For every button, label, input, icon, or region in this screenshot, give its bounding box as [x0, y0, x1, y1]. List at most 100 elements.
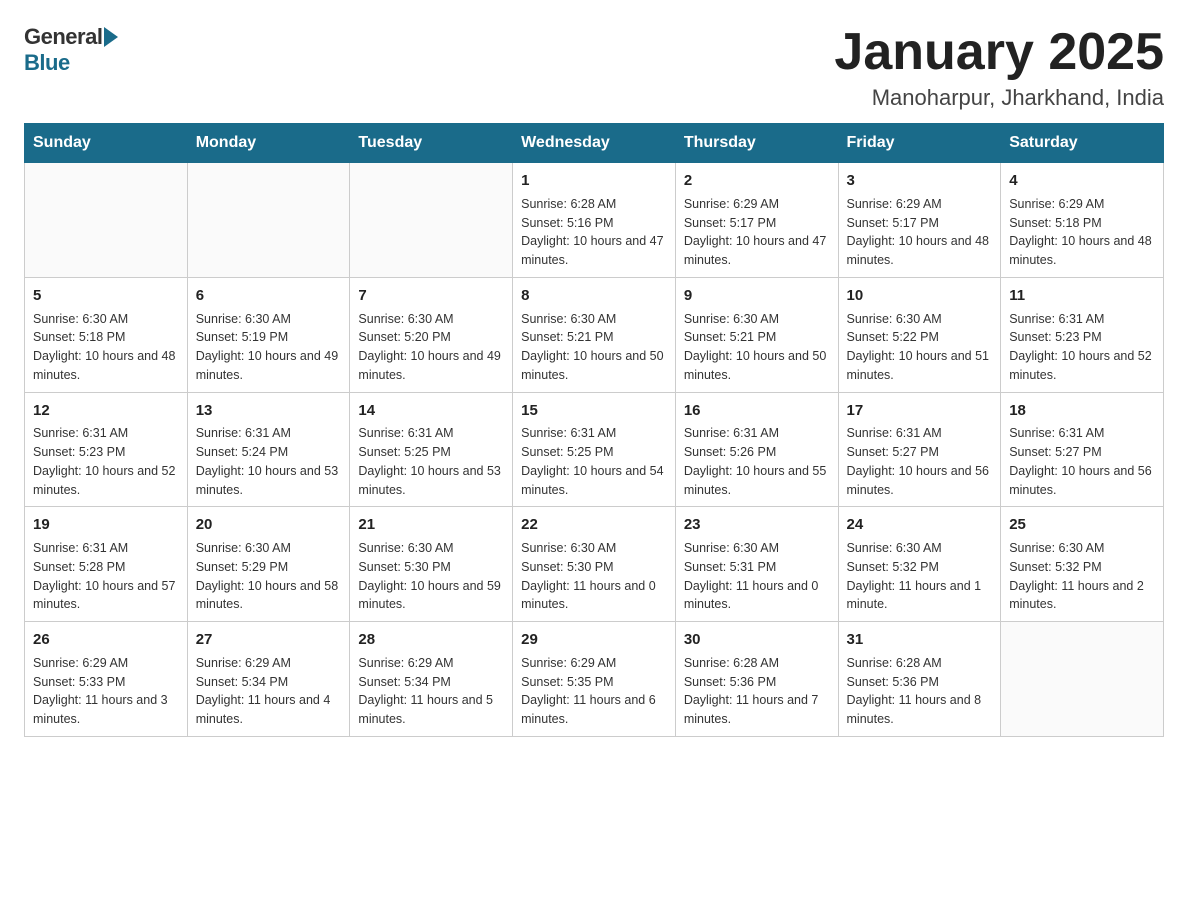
calendar-cell: [187, 163, 350, 278]
day-info: Sunrise: 6:29 AMSunset: 5:33 PMDaylight:…: [33, 654, 179, 729]
calendar-week-row: 26 Sunrise: 6:29 AMSunset: 5:33 PMDayligh…: [25, 622, 1164, 737]
calendar-cell: 11 Sunrise: 6:31 AMSunset: 5:23 PMDayligh…: [1001, 277, 1164, 392]
day-info: Sunrise: 6:31 AMSunset: 5:25 PMDaylight:…: [358, 424, 504, 499]
day-info: Sunrise: 6:29 AMSunset: 5:34 PMDaylight:…: [196, 654, 342, 729]
day-number: 6: [196, 285, 342, 307]
calendar-cell: 2 Sunrise: 6:29 AMSunset: 5:17 PMDaylight…: [675, 163, 838, 278]
calendar-cell: 9 Sunrise: 6:30 AMSunset: 5:21 PMDaylight…: [675, 277, 838, 392]
col-header-thursday: Thursday: [675, 124, 838, 163]
day-number: 5: [33, 285, 179, 307]
calendar-cell: [25, 163, 188, 278]
calendar-cell: 20Sunrise: 6:30 AMSunset: 5:29 PMDayligh…: [187, 507, 350, 622]
calendar-cell: 8Sunrise: 6:30 AMSunset: 5:21 PMDaylight…: [513, 277, 676, 392]
col-header-friday: Friday: [838, 124, 1001, 163]
day-number: 15: [521, 400, 667, 422]
calendar-cell: 26 Sunrise: 6:29 AMSunset: 5:33 PMDayligh…: [25, 622, 188, 737]
day-info: Sunrise: 6:30 AMSunset: 5:30 PMDaylight:…: [358, 539, 504, 614]
day-number: 12: [33, 400, 179, 422]
calendar-cell: 18Sunrise: 6:31 AMSunset: 5:27 PMDayligh…: [1001, 392, 1164, 507]
day-number: 20: [196, 514, 342, 536]
day-info: Sunrise: 6:31 AMSunset: 5:27 PMDaylight:…: [847, 424, 993, 499]
calendar-cell: 25 Sunrise: 6:30 AMSunset: 5:32 PMDayligh…: [1001, 507, 1164, 622]
day-number: 22: [521, 514, 667, 536]
day-number: 11: [1009, 285, 1155, 307]
day-info: Sunrise: 6:29 AMSunset: 5:17 PMDaylight:…: [684, 195, 830, 270]
day-number: 17: [847, 400, 993, 422]
col-header-tuesday: Tuesday: [350, 124, 513, 163]
logo-general-text: General: [24, 24, 102, 50]
calendar-cell: 24 Sunrise: 6:30 AMSunset: 5:32 PMDayligh…: [838, 507, 1001, 622]
day-info: Sunrise: 6:30 AMSunset: 5:32 PMDaylight:…: [847, 539, 993, 614]
calendar-cell: [350, 163, 513, 278]
logo-blue-line: Blue: [24, 50, 120, 76]
day-number: 18: [1009, 400, 1155, 422]
calendar-week-row: 19Sunrise: 6:31 AMSunset: 5:28 PMDayligh…: [25, 507, 1164, 622]
day-info: Sunrise: 6:30 AMSunset: 5:20 PMDaylight:…: [358, 310, 504, 385]
day-number: 4: [1009, 170, 1155, 192]
calendar-cell: 6 Sunrise: 6:30 AMSunset: 5:19 PMDaylight…: [187, 277, 350, 392]
day-info: Sunrise: 6:30 AMSunset: 5:19 PMDaylight:…: [196, 310, 342, 385]
day-number: 14: [358, 400, 504, 422]
logo-block: General Blue: [24, 24, 120, 76]
logo-line1: General: [24, 24, 120, 50]
calendar-cell: 14Sunrise: 6:31 AMSunset: 5:25 PMDayligh…: [350, 392, 513, 507]
calendar-table: SundayMondayTuesdayWednesdayThursdayFrid…: [24, 123, 1164, 737]
page-header: General Blue January 2025 Manoharpur, Jh…: [24, 24, 1164, 111]
day-info: Sunrise: 6:30 AMSunset: 5:21 PMDaylight:…: [684, 310, 830, 385]
logo-blue-text: Blue: [24, 50, 70, 75]
logo: General Blue: [24, 24, 120, 76]
day-number: 2: [684, 170, 830, 192]
calendar-cell: 23 Sunrise: 6:30 AMSunset: 5:31 PMDayligh…: [675, 507, 838, 622]
day-number: 27: [196, 629, 342, 651]
day-number: 10: [847, 285, 993, 307]
day-info: Sunrise: 6:30 AMSunset: 5:32 PMDaylight:…: [1009, 539, 1155, 614]
calendar-cell: 27 Sunrise: 6:29 AMSunset: 5:34 PMDayligh…: [187, 622, 350, 737]
day-info: Sunrise: 6:31 AMSunset: 5:23 PMDaylight:…: [33, 424, 179, 499]
day-number: 9: [684, 285, 830, 307]
calendar-cell: 19Sunrise: 6:31 AMSunset: 5:28 PMDayligh…: [25, 507, 188, 622]
day-number: 28: [358, 629, 504, 651]
logo-arrow-icon: [104, 27, 118, 47]
calendar-week-row: 5 Sunrise: 6:30 AMSunset: 5:18 PMDaylight…: [25, 277, 1164, 392]
day-number: 3: [847, 170, 993, 192]
calendar-cell: 16Sunrise: 6:31 AMSunset: 5:26 PMDayligh…: [675, 392, 838, 507]
day-info: Sunrise: 6:30 AMSunset: 5:31 PMDaylight:…: [684, 539, 830, 614]
day-info: Sunrise: 6:30 AMSunset: 5:22 PMDaylight:…: [847, 310, 993, 385]
title-block: January 2025 Manoharpur, Jharkhand, Indi…: [834, 24, 1164, 111]
day-info: Sunrise: 6:29 AMSunset: 5:18 PMDaylight:…: [1009, 195, 1155, 270]
day-number: 13: [196, 400, 342, 422]
calendar-cell: 12Sunrise: 6:31 AMSunset: 5:23 PMDayligh…: [25, 392, 188, 507]
day-info: Sunrise: 6:31 AMSunset: 5:24 PMDaylight:…: [196, 424, 342, 499]
calendar-cell: 17Sunrise: 6:31 AMSunset: 5:27 PMDayligh…: [838, 392, 1001, 507]
day-info: Sunrise: 6:28 AMSunset: 5:36 PMDaylight:…: [847, 654, 993, 729]
day-info: Sunrise: 6:31 AMSunset: 5:25 PMDaylight:…: [521, 424, 667, 499]
day-number: 26: [33, 629, 179, 651]
col-header-wednesday: Wednesday: [513, 124, 676, 163]
day-number: 31: [847, 629, 993, 651]
day-number: 8: [521, 285, 667, 307]
calendar-title: January 2025: [834, 24, 1164, 81]
calendar-cell: 28Sunrise: 6:29 AMSunset: 5:34 PMDayligh…: [350, 622, 513, 737]
calendar-week-row: 1Sunrise: 6:28 AMSunset: 5:16 PMDaylight…: [25, 163, 1164, 278]
day-info: Sunrise: 6:30 AMSunset: 5:30 PMDaylight:…: [521, 539, 667, 614]
calendar-week-row: 12Sunrise: 6:31 AMSunset: 5:23 PMDayligh…: [25, 392, 1164, 507]
day-number: 16: [684, 400, 830, 422]
calendar-cell: 21 Sunrise: 6:30 AMSunset: 5:30 PMDayligh…: [350, 507, 513, 622]
day-info: Sunrise: 6:31 AMSunset: 5:26 PMDaylight:…: [684, 424, 830, 499]
calendar-cell: 29Sunrise: 6:29 AMSunset: 5:35 PMDayligh…: [513, 622, 676, 737]
day-number: 23: [684, 514, 830, 536]
day-number: 25: [1009, 514, 1155, 536]
day-info: Sunrise: 6:30 AMSunset: 5:18 PMDaylight:…: [33, 310, 179, 385]
day-number: 29: [521, 629, 667, 651]
calendar-cell: 22 Sunrise: 6:30 AMSunset: 5:30 PMDayligh…: [513, 507, 676, 622]
day-number: 24: [847, 514, 993, 536]
calendar-cell: 3 Sunrise: 6:29 AMSunset: 5:17 PMDaylight…: [838, 163, 1001, 278]
calendar-cell: [1001, 622, 1164, 737]
calendar-header-row: SundayMondayTuesdayWednesdayThursdayFrid…: [25, 124, 1164, 163]
day-info: Sunrise: 6:28 AMSunset: 5:16 PMDaylight:…: [521, 195, 667, 270]
day-info: Sunrise: 6:29 AMSunset: 5:17 PMDaylight:…: [847, 195, 993, 270]
day-info: Sunrise: 6:31 AMSunset: 5:23 PMDaylight:…: [1009, 310, 1155, 385]
day-number: 21: [358, 514, 504, 536]
col-header-saturday: Saturday: [1001, 124, 1164, 163]
calendar-cell: 7Sunrise: 6:30 AMSunset: 5:20 PMDaylight…: [350, 277, 513, 392]
